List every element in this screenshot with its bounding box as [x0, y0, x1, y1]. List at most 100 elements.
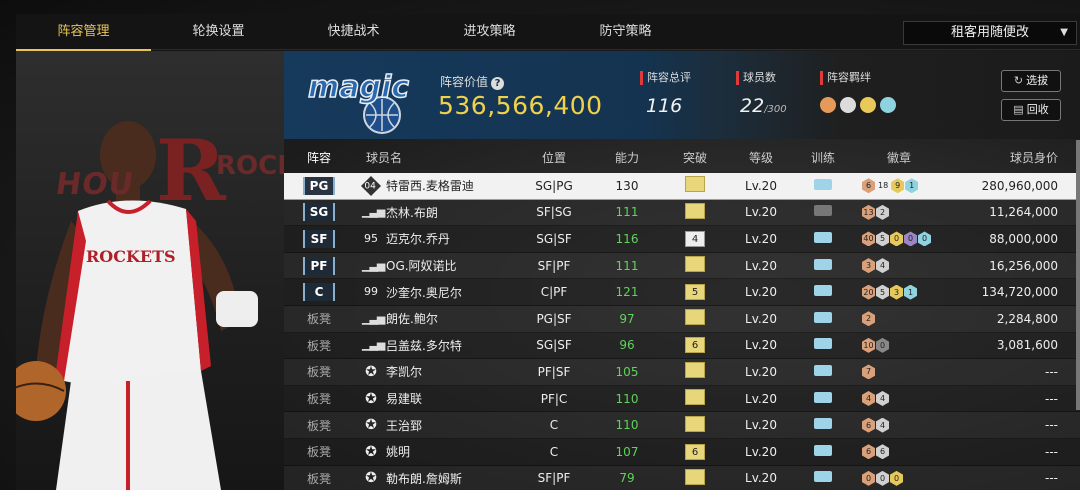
help-icon[interactable]: ?	[491, 77, 505, 90]
lineup-slot[interactable]: PG	[284, 176, 354, 195]
training-cell[interactable]	[792, 391, 854, 406]
badges-cell[interactable]: 7	[854, 364, 944, 380]
badges-cell[interactable]: 44	[854, 391, 944, 407]
breakthrough-cell[interactable]	[660, 468, 730, 488]
header-position[interactable]: 位置	[514, 149, 594, 166]
breakthrough-cell[interactable]	[660, 202, 730, 222]
tab-rotation[interactable]: 轮换设置	[151, 14, 286, 50]
bond-icon[interactable]	[860, 97, 876, 113]
badges-cell[interactable]: 10 0	[854, 337, 944, 353]
table-row[interactable]: C 99 沙奎尔.奥尼尔 C|PF 121 5 Lv.20 20 5 3 1 134,7…	[284, 279, 1080, 306]
lineup-slot[interactable]: SG	[284, 203, 354, 222]
table-row[interactable]: 板凳 ✪ 易建联 PF|C 110 Lv.20 44 ---	[284, 385, 1080, 413]
training-cell[interactable]	[792, 471, 854, 485]
tab-offense[interactable]: 进攻策略	[422, 14, 557, 50]
table-row[interactable]: PF ▁▃▅ OG.阿奴诺比 SF|PF 111 Lv.20 34 16,256,…	[284, 252, 1080, 280]
breakthrough-cell[interactable]: 6	[660, 337, 730, 354]
badge-icon: 13	[862, 204, 875, 220]
mode-dropdown[interactable]: 租客用随便改 ▼	[903, 21, 1077, 45]
table-row[interactable]: 板凳 ▁▃▅ 朗佐.鲍尔 PG|SF 97 Lv.20 2 2,284,800	[284, 305, 1080, 333]
table-row[interactable]: 板凳 ✪ 勒布朗.詹姆斯 SF|PF 79 Lv.20 000 ---	[284, 465, 1080, 490]
breakthrough-cell[interactable]: 5	[660, 284, 730, 301]
lineup-slot[interactable]: SF	[284, 229, 354, 248]
badges-cell[interactable]: 20 5 3 1	[854, 284, 944, 300]
player-name-cell[interactable]: ▁▃▅ 朗佐.鲍尔	[354, 310, 514, 328]
header-training[interactable]: 训练	[792, 149, 854, 166]
breakthrough-cell[interactable]	[660, 415, 730, 435]
header-level[interactable]: 等级	[730, 149, 792, 166]
tab-lineup[interactable]: 阵容管理	[16, 14, 151, 51]
table-row[interactable]: SG ▁▃▅ 杰林.布朗 SF|SG 111 Lv.20 13 2 11,264,0…	[284, 199, 1080, 227]
player-name-cell[interactable]: ▁▃▅ OG.阿奴诺比	[354, 257, 514, 275]
player-name-cell[interactable]: ✪ 王治郅	[354, 416, 514, 434]
breakthrough-cell[interactable]	[660, 256, 730, 275]
header-breakthrough[interactable]: 突破	[660, 149, 730, 166]
table-row[interactable]: SF 95 迈克尔.乔丹 SG|SF 116 4 Lv.20 40 5 0 0 0 88,…	[284, 226, 1080, 253]
breakthrough-cell[interactable]	[660, 176, 730, 195]
badges-cell[interactable]: 34	[854, 258, 944, 274]
table-row[interactable]: 板凳 ✪ 姚明 C 107 6 Lv.20 66 ---	[284, 438, 1080, 466]
table-row[interactable]: PG 04 特雷西.麦格雷迪 SG|PG 130 Lv.20 6 18 9 1 280,…	[284, 173, 1080, 200]
player-name-cell[interactable]: 04 特雷西.麦格雷迪	[354, 175, 514, 196]
scrollbar[interactable]	[1076, 140, 1080, 410]
training-cell[interactable]	[792, 205, 854, 219]
player-name-cell[interactable]: 99 沙奎尔.奥尼尔	[354, 283, 514, 301]
training-cell[interactable]	[792, 311, 854, 326]
table-row[interactable]: 板凳 ▁▃▅ 吕盖兹.多尔特 SG|SF 96 6 Lv.20 10 0 3,081…	[284, 332, 1080, 360]
lineup-slot[interactable]: 板凳	[284, 390, 354, 407]
badges-cell[interactable]: 2	[854, 311, 944, 327]
table-row[interactable]: 板凳 ✪ 王治郅 C 110 Lv.20 64 ---	[284, 412, 1080, 439]
player-name-cell[interactable]: ✪ 李凯尔	[354, 363, 514, 381]
header-lineup[interactable]: 阵容	[284, 149, 354, 166]
breakthrough-cell[interactable]	[660, 389, 730, 408]
training-cell[interactable]	[792, 364, 854, 379]
training-cell[interactable]	[792, 231, 854, 246]
player-name-cell[interactable]: 95 迈克尔.乔丹	[354, 230, 514, 248]
lineup-slot[interactable]: 板凳	[284, 417, 354, 434]
lineup-slot[interactable]: 板凳	[284, 310, 354, 327]
lineup-slot[interactable]: 板凳	[284, 470, 354, 487]
player-position: SF|PF	[537, 471, 571, 486]
recycle-button[interactable]: ▤ 回收	[1001, 99, 1061, 121]
lineup-slot[interactable]: PF	[284, 256, 354, 275]
breakthrough-cell[interactable]: 6	[660, 443, 730, 460]
header-name[interactable]: 球员名	[354, 149, 514, 166]
lineup-slot[interactable]: C	[284, 283, 354, 302]
lineup-slot[interactable]: 板凳	[284, 363, 354, 380]
tab-quick-tactics[interactable]: 快捷战术	[286, 14, 421, 50]
player-name-cell[interactable]: ✪ 姚明	[354, 443, 514, 461]
training-cell[interactable]	[792, 338, 854, 352]
badges-cell[interactable]: 40 5 0 0 0	[854, 231, 944, 247]
bond-icon[interactable]	[880, 97, 896, 113]
breakthrough-cell[interactable]: 4	[660, 230, 730, 247]
training-cell[interactable]	[792, 418, 854, 432]
header-overall[interactable]: 能力	[594, 149, 660, 166]
lineup-slot[interactable]: 板凳	[284, 337, 354, 354]
player-name-cell[interactable]: ✪ 勒布朗.詹姆斯	[354, 469, 514, 487]
bond-icon[interactable]	[820, 97, 836, 113]
badges-cell[interactable]: 000	[854, 470, 944, 486]
training-cell[interactable]	[792, 285, 854, 299]
jersey-number: 95	[364, 231, 378, 245]
table-row[interactable]: 板凳 ✪ 李凯尔 PF|SF 105 Lv.20 7 ---	[284, 359, 1080, 386]
header-player-value[interactable]: 球员身价	[944, 149, 1070, 166]
player-overall: 111	[615, 205, 639, 220]
badges-cell[interactable]: 6 18 9 1	[854, 178, 944, 194]
training-cell[interactable]	[792, 178, 854, 193]
player-name-cell[interactable]: ✪ 易建联	[354, 390, 514, 408]
header-badges[interactable]: 徽章	[854, 149, 944, 166]
training-cell[interactable]	[792, 258, 854, 273]
breakthrough-cell[interactable]	[660, 362, 730, 381]
lineup-slot[interactable]: 板凳	[284, 443, 354, 460]
badges-cell[interactable]: 13 2	[854, 204, 944, 220]
player-name-cell[interactable]: ▁▃▅ 杰林.布朗	[354, 203, 514, 221]
badges-cell[interactable]: 64	[854, 417, 944, 433]
bond-icon[interactable]	[840, 97, 856, 113]
tab-defense[interactable]: 防守策略	[558, 14, 693, 50]
select-button[interactable]: ↻ 选拔	[1001, 70, 1061, 92]
training-cell[interactable]	[792, 444, 854, 459]
player-position: PF|SF	[537, 364, 571, 379]
badges-cell[interactable]: 66	[854, 444, 944, 460]
breakthrough-cell[interactable]	[660, 309, 730, 328]
player-name-cell[interactable]: ▁▃▅ 吕盖兹.多尔特	[354, 336, 514, 354]
